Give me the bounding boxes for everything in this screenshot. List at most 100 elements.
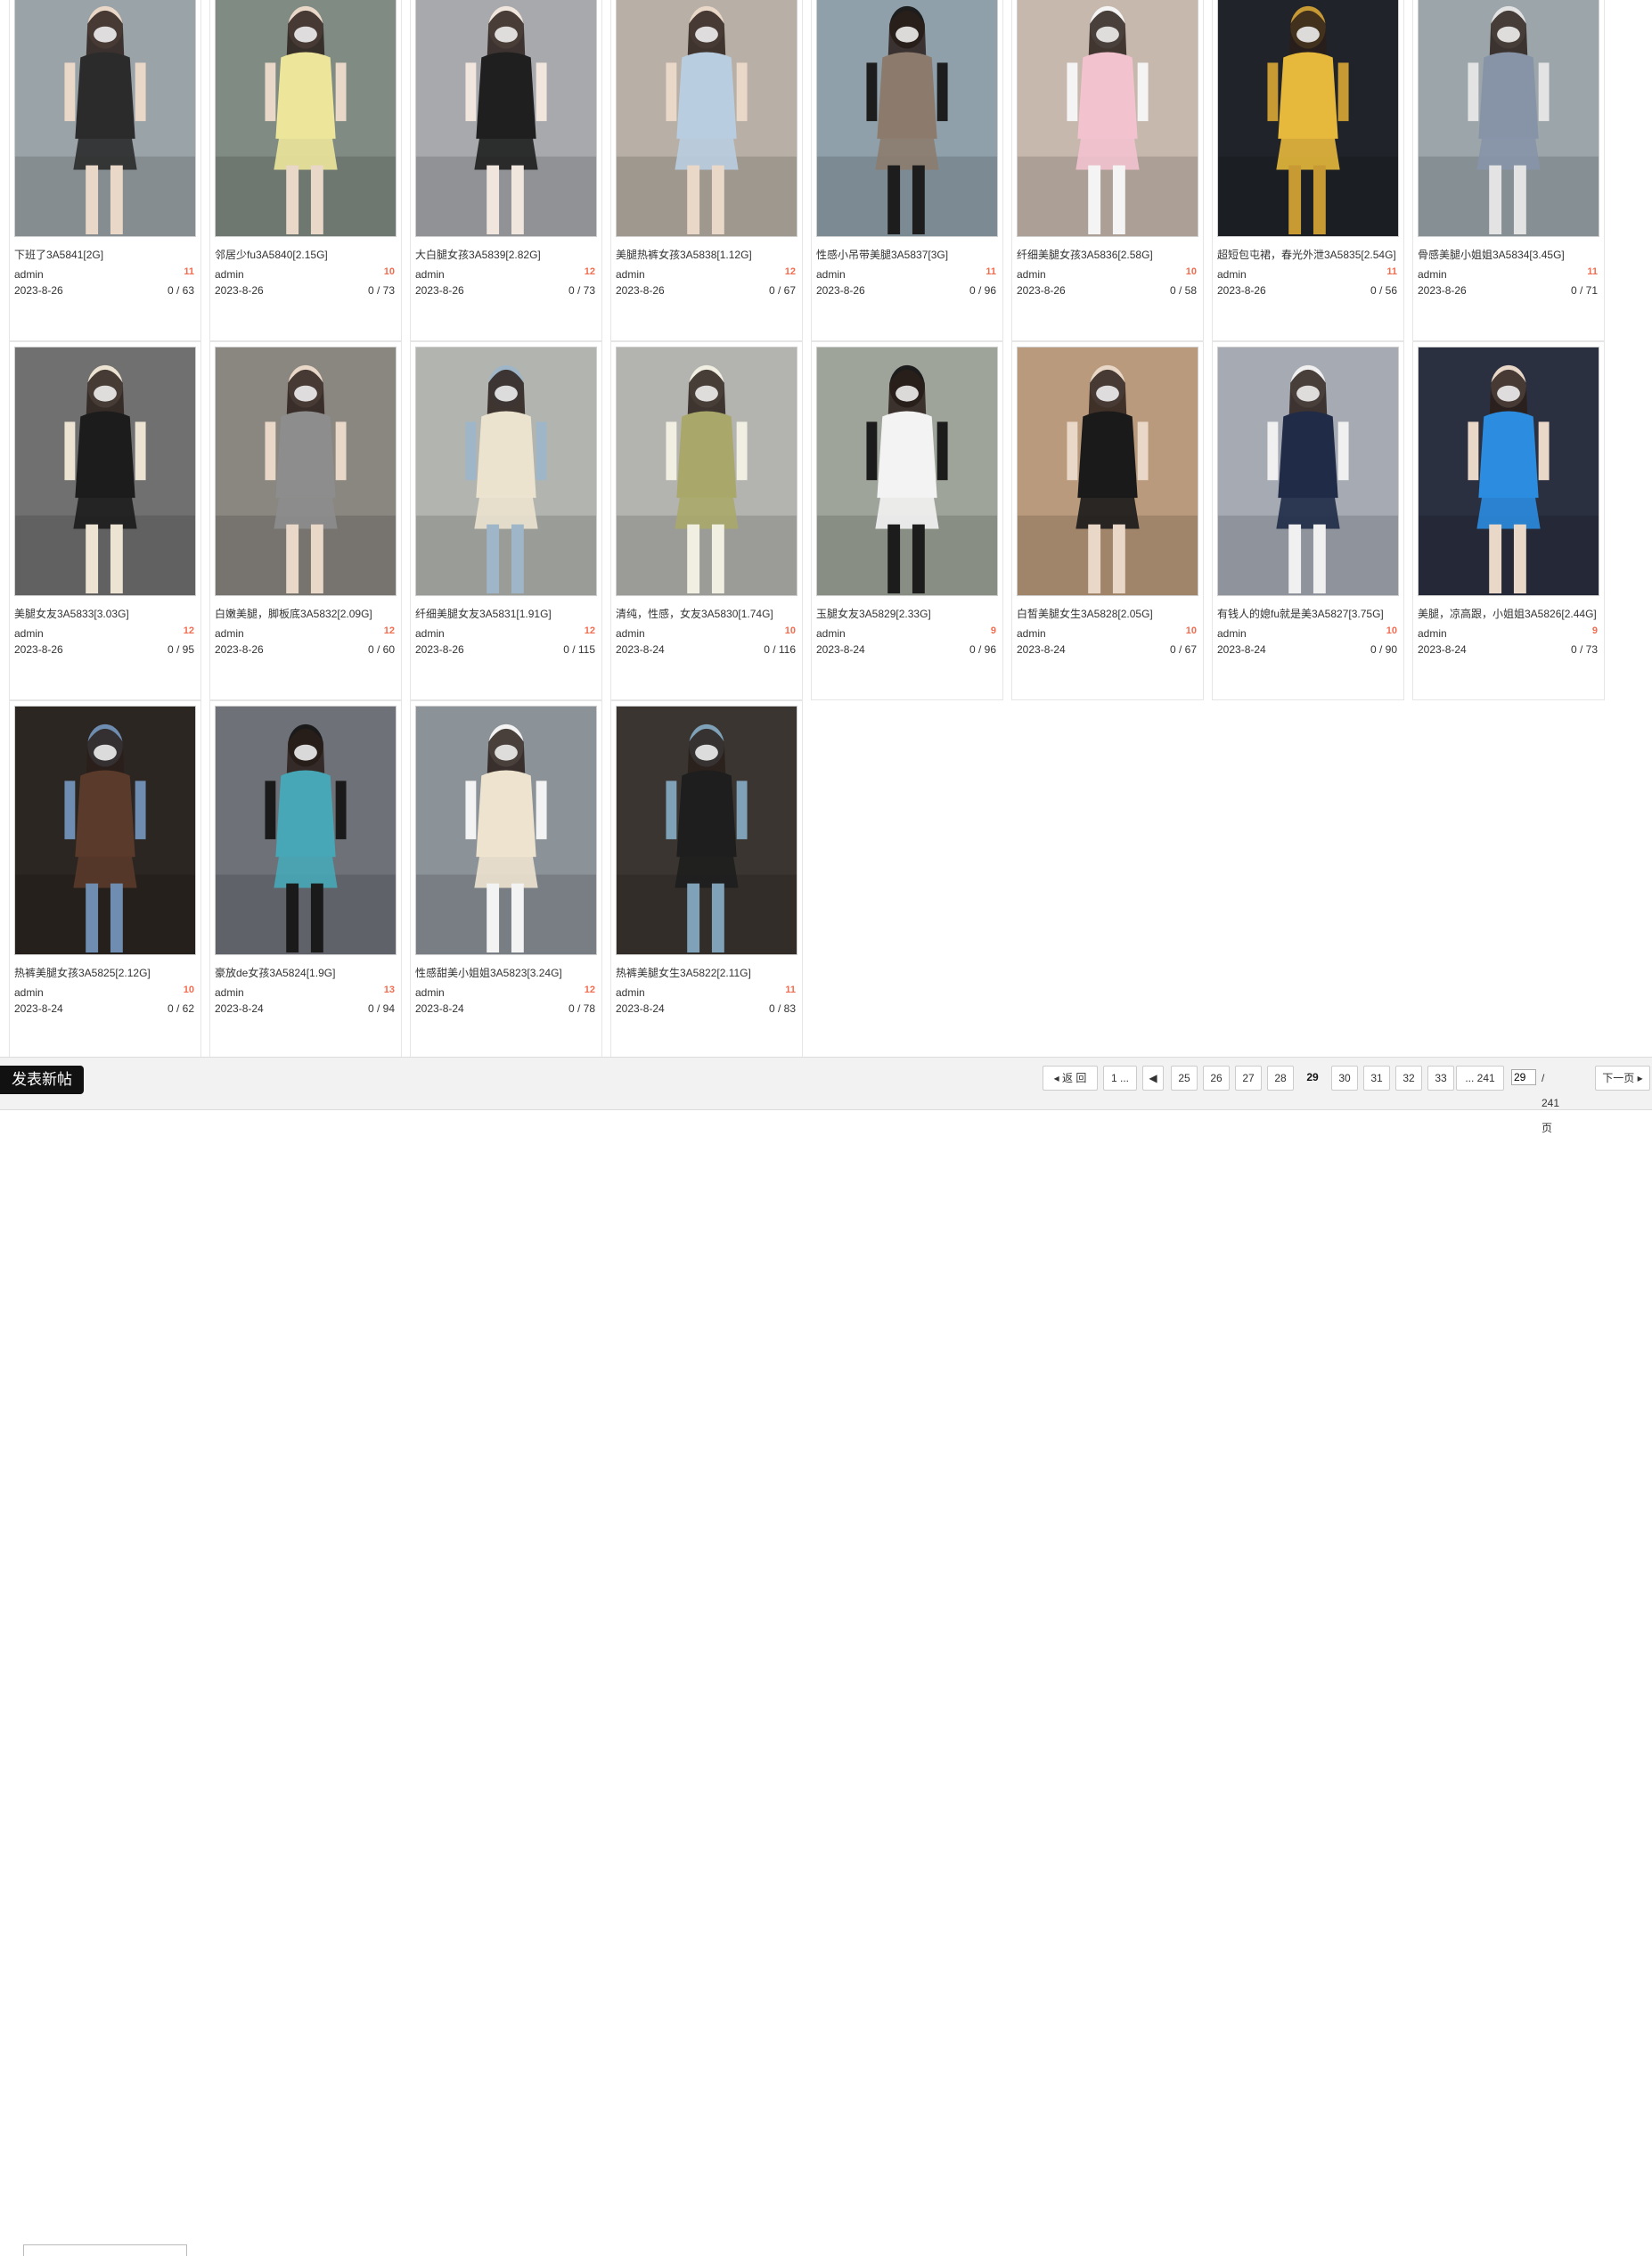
page-link[interactable]: 28 xyxy=(1267,1066,1294,1091)
post-card[interactable]: 纤细美腿女孩3A5836[2.58G] admin 10 2023-8-26 0 / 5… xyxy=(1011,0,1204,341)
post-card[interactable]: 性感小吊带美腿3A5837[3G] admin 11 2023-8-26 0 / 96 xyxy=(811,0,1003,341)
post-title[interactable]: 有钱人的媳fu就是美3A5827[3.75G] xyxy=(1217,606,1401,621)
post-thumbnail[interactable] xyxy=(1217,347,1399,596)
post-thumbnail[interactable] xyxy=(1418,347,1599,596)
post-author[interactable]: admin xyxy=(215,627,244,640)
post-card[interactable]: 大白腿女孩3A5839[2.82G] admin 12 2023-8-26 0 / 73 xyxy=(410,0,602,341)
next-page-button[interactable]: 下一页 ▸ xyxy=(1595,1066,1650,1091)
post-thumbnail[interactable] xyxy=(616,706,797,955)
page-link[interactable]: 26 xyxy=(1203,1066,1230,1091)
post-author[interactable]: admin xyxy=(1418,268,1447,281)
post-thumbnail[interactable] xyxy=(415,0,597,237)
post-card[interactable]: 超短包屯裙，春光外泄3A5835[2.54G] admin 11 2023-8-26 0… xyxy=(1212,0,1404,341)
post-author[interactable]: admin xyxy=(415,986,445,999)
post-title[interactable]: 超短包屯裙，春光外泄3A5835[2.54G] xyxy=(1217,247,1401,262)
back-button[interactable]: ◂ 返 回 xyxy=(1043,1066,1098,1091)
post-author[interactable]: admin xyxy=(14,986,44,999)
post-thumbnail[interactable] xyxy=(816,0,998,237)
post-card[interactable]: 豪放de女孩3A5824[1.9G] admin 13 2023-8-24 0 / 94 xyxy=(209,700,402,1059)
post-title[interactable]: 热裤美腿女孩3A5825[2.12G] xyxy=(14,965,198,980)
post-title[interactable]: 白嫩美腿，脚板底3A5832[2.09G] xyxy=(215,606,398,621)
post-thumbnail[interactable] xyxy=(215,706,397,955)
post-author[interactable]: admin xyxy=(616,986,645,999)
post-badge: 9 xyxy=(990,625,996,636)
post-title[interactable]: 下班了3A5841[2G] xyxy=(14,247,198,262)
post-title[interactable]: 白皙美腿女生3A5828[2.05G] xyxy=(1017,606,1200,621)
post-thumbnail[interactable] xyxy=(1017,347,1198,596)
post-card[interactable]: 白嫩美腿，脚板底3A5832[2.09G] admin 12 2023-8-26 0 /… xyxy=(209,341,402,700)
post-thumbnail[interactable] xyxy=(1418,0,1599,237)
page-link[interactable]: 31 xyxy=(1363,1066,1390,1091)
post-thumbnail[interactable] xyxy=(215,347,397,596)
post-author[interactable]: admin xyxy=(14,627,44,640)
post-title[interactable]: 大白腿女孩3A5839[2.82G] xyxy=(415,247,599,262)
post-card[interactable]: 热裤美腿女生3A5822[2.11G] admin 11 2023-8-24 0 / 8… xyxy=(610,700,803,1059)
post-card[interactable]: 下班了3A5841[2G] admin 11 2023-8-26 0 / 63 xyxy=(9,0,201,341)
post-card[interactable]: 美腿，凉高跟，小姐姐3A5826[2.44G] admin 9 2023-8-24 0 … xyxy=(1412,341,1605,700)
post-thumbnail[interactable] xyxy=(14,347,196,596)
post-card[interactable]: 性感甜美小姐姐3A5823[3.24G] admin 12 2023-8-24 0 / … xyxy=(410,700,602,1059)
post-card[interactable]: 热裤美腿女孩3A5825[2.12G] admin 10 2023-8-24 0 / 6… xyxy=(9,700,201,1059)
post-author[interactable]: admin xyxy=(816,268,846,281)
prev-page-button[interactable]: ◀ xyxy=(1142,1066,1164,1091)
post-card[interactable]: 玉腿女友3A5829[2.33G] admin 9 2023-8-24 0 / 96 xyxy=(811,341,1003,700)
post-author[interactable]: admin xyxy=(1217,268,1247,281)
post-title[interactable]: 纤细美腿女友3A5831[1.91G] xyxy=(415,606,599,621)
post-card[interactable]: 邻居少fu3A5840[2.15G] admin 10 2023-8-26 0 / 73 xyxy=(209,0,402,341)
post-title[interactable]: 纤细美腿女孩3A5836[2.58G] xyxy=(1017,247,1200,262)
post-card[interactable]: 美腿热裤女孩3A5838[1.12G] admin 12 2023-8-26 0 / 6… xyxy=(610,0,803,341)
post-thumbnail[interactable] xyxy=(415,347,597,596)
post-card[interactable]: 美腿女友3A5833[3.03G] admin 12 2023-8-26 0 / 95 xyxy=(9,341,201,700)
post-thumbnail[interactable] xyxy=(14,706,196,955)
post-author[interactable]: admin xyxy=(415,268,445,281)
post-title[interactable]: 清纯，性感，女友3A5830[1.74G] xyxy=(616,606,799,621)
post-thumbnail[interactable] xyxy=(14,0,196,237)
post-thumbnail[interactable] xyxy=(1217,0,1399,237)
post-author[interactable]: admin xyxy=(1017,268,1046,281)
post-title[interactable]: 性感甜美小姐姐3A5823[3.24G] xyxy=(415,965,599,980)
post-title[interactable]: 邻居少fu3A5840[2.15G] xyxy=(215,247,398,262)
post-author[interactable]: admin xyxy=(1418,627,1447,640)
page-jump-input[interactable] xyxy=(1511,1069,1536,1085)
post-thumbnail[interactable] xyxy=(616,0,797,237)
post-thumbnail[interactable] xyxy=(215,0,397,237)
page-link[interactable]: 30 xyxy=(1331,1066,1358,1091)
post-stats: 0 / 95 xyxy=(167,643,194,656)
post-thumbnail[interactable] xyxy=(816,347,998,596)
post-thumbnail[interactable] xyxy=(1017,0,1198,237)
post-title[interactable]: 美腿热裤女孩3A5838[1.12G] xyxy=(616,247,799,262)
post-title[interactable]: 玉腿女友3A5829[2.33G] xyxy=(816,606,1000,621)
post-title[interactable]: 性感小吊带美腿3A5837[3G] xyxy=(816,247,1000,262)
post-date: 2023-8-24 xyxy=(415,1002,464,1015)
page-last[interactable]: ... 241 xyxy=(1456,1066,1504,1091)
post-author[interactable]: admin xyxy=(1217,627,1247,640)
post-card[interactable]: 有钱人的媳fu就是美3A5827[3.75G] admin 10 2023-8-24 0… xyxy=(1212,341,1404,700)
post-date: 2023-8-26 xyxy=(215,643,264,656)
post-card[interactable]: 纤细美腿女友3A5831[1.91G] admin 12 2023-8-26 0 / 1… xyxy=(410,341,602,700)
post-author[interactable]: admin xyxy=(1017,627,1046,640)
post-author[interactable]: admin xyxy=(415,627,445,640)
page-link[interactable]: 33 xyxy=(1427,1066,1454,1091)
post-title[interactable]: 美腿女友3A5833[3.03G] xyxy=(14,606,198,621)
post-author[interactable]: admin xyxy=(215,986,244,999)
post-thumbnail[interactable] xyxy=(616,347,797,596)
page-link[interactable]: 32 xyxy=(1395,1066,1422,1091)
page-link[interactable]: 29 xyxy=(1299,1066,1326,1091)
page-link[interactable]: 27 xyxy=(1235,1066,1262,1091)
page-link[interactable]: 25 xyxy=(1171,1066,1198,1091)
post-card[interactable]: 白皙美腿女生3A5828[2.05G] admin 10 2023-8-24 0 / 6… xyxy=(1011,341,1204,700)
new-post-button[interactable]: 发表新帖 xyxy=(0,1066,84,1094)
post-author[interactable]: admin xyxy=(616,627,645,640)
post-author[interactable]: admin xyxy=(215,268,244,281)
post-title[interactable]: 豪放de女孩3A5824[1.9G] xyxy=(215,965,398,980)
post-title[interactable]: 美腿，凉高跟，小姐姐3A5826[2.44G] xyxy=(1418,606,1601,621)
post-title[interactable]: 热裤美腿女生3A5822[2.11G] xyxy=(616,965,799,980)
page-first[interactable]: 1 ... xyxy=(1103,1066,1137,1091)
post-author[interactable]: admin xyxy=(816,627,846,640)
post-title[interactable]: 骨感美腿小姐姐3A5834[3.45G] xyxy=(1418,247,1601,262)
post-card[interactable]: 清纯，性感，女友3A5830[1.74G] admin 10 2023-8-24 0 /… xyxy=(610,341,803,700)
post-author[interactable]: admin xyxy=(14,268,44,281)
post-card[interactable]: 骨感美腿小姐姐3A5834[3.45G] admin 11 2023-8-26 0 / … xyxy=(1412,0,1605,341)
post-author[interactable]: admin xyxy=(616,268,645,281)
post-thumbnail[interactable] xyxy=(415,706,597,955)
